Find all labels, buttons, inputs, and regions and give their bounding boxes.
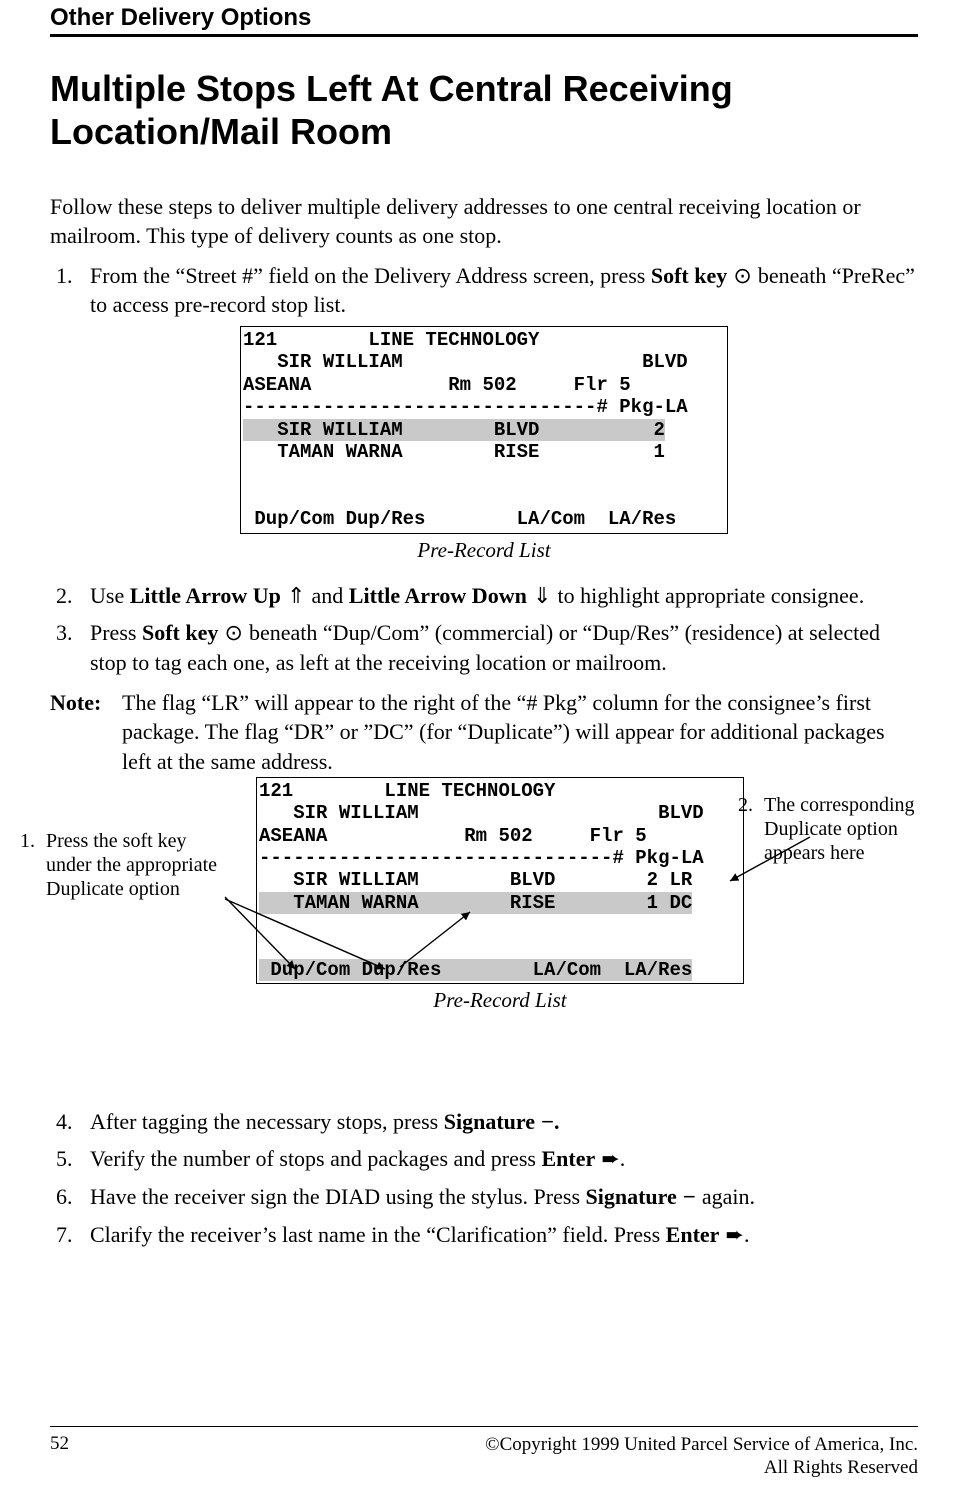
note-row: Note: The flag “LR” will appear to the r…	[50, 688, 918, 777]
softkey-icon: ⊙	[727, 263, 758, 288]
step-number: 4.	[50, 1107, 90, 1137]
annotated-figure: 121 LINE TECHNOLOGY SIR WILLIAM BLVD ASE…	[50, 777, 918, 1097]
callout-num-1: 1.	[20, 829, 46, 901]
screen2-line1: 121 LINE TECHNOLOGY	[259, 780, 555, 802]
signature-label: Signature	[586, 1184, 677, 1209]
step-number: 6.	[50, 1182, 90, 1212]
screen1-line2: SIR WILLIAM BLVD	[243, 351, 688, 373]
arrow-down-label: Little Arrow Down	[349, 583, 527, 608]
page-footer: 52 ©Copyright 1999 United Parcel Service…	[50, 1426, 918, 1481]
minus-icon: −	[677, 1184, 702, 1209]
step-3: 3. Press Soft key ⊙ beneath “Dup/Com” (c…	[50, 618, 918, 677]
step-5-dot: .	[620, 1146, 626, 1171]
step-number: 1.	[50, 261, 90, 320]
screen1-line1: 121 LINE TECHNOLOGY	[243, 329, 539, 351]
prerecord-screen-1: 121 LINE TECHNOLOGY SIR WILLIAM BLVD ASE…	[240, 326, 728, 534]
step-2: 2. Use Little Arrow Up ⇑ and Little Arro…	[50, 581, 918, 611]
callout-text-1: Press the soft key under the appropriate…	[46, 829, 230, 901]
step-7: 7. Clarify the receiver’s last name in t…	[50, 1220, 918, 1250]
footer-rule	[50, 1426, 918, 1427]
screen1-line3: ASEANA Rm 502 Flr 5	[243, 374, 631, 396]
running-header: Other Delivery Options	[50, 0, 918, 32]
screen2-line2: SIR WILLIAM BLVD	[259, 802, 704, 824]
note-label: Note:	[50, 688, 122, 777]
screen2-line3: ASEANA Rm 502 Flr 5	[259, 825, 647, 847]
step-5: 5. Verify the number of stops and packag…	[50, 1144, 918, 1174]
enter-label: Enter	[541, 1146, 595, 1171]
header-rule	[50, 34, 918, 37]
step-1: 1. From the “Street #” field on the Deli…	[50, 261, 918, 320]
softkey-label: Soft key	[651, 263, 727, 288]
screen2-line6-highlight: TAMAN WARNA RISE 1 DC	[259, 892, 692, 914]
signature-label: Signature	[444, 1109, 535, 1134]
callout-text-2: The corresponding Duplicate option appea…	[764, 793, 948, 865]
step-4-dot: .	[554, 1109, 560, 1134]
screen2-line4: -------------------------------# Pkg-LA	[259, 847, 704, 869]
step-2-b: and	[312, 583, 349, 608]
callout-num-2: 2.	[738, 793, 764, 865]
note-body: The flag “LR” will appear to the right o…	[122, 688, 918, 777]
softkey-icon: ⊙	[218, 620, 249, 645]
step-6: 6. Have the receiver sign the DIAD using…	[50, 1182, 918, 1212]
arrow-up-icon: ⇑	[281, 583, 312, 608]
screen1-line9: Dup/Com Dup/Res LA/Com LA/Res	[243, 508, 676, 530]
screen1-line6: TAMAN WARNA RISE 1	[243, 441, 665, 463]
step-7-dot: .	[744, 1222, 750, 1247]
screen2-line5: SIR WILLIAM BLVD 2 LR	[259, 869, 692, 891]
callout-left: 1. Press the soft key under the appropri…	[20, 829, 230, 901]
step-number: 2.	[50, 581, 90, 611]
enter-label: Enter	[666, 1222, 720, 1247]
softkey-label: Soft key	[142, 620, 218, 645]
step-number: 5.	[50, 1144, 90, 1174]
copyright-line-2: All Rights Reserved	[485, 1456, 918, 1480]
screen2-line9-highlight: Dup/Com Dup/Res LA/Com LA/Res	[259, 959, 692, 981]
step-1-text-a: From the “Street #” field on the Deliver…	[90, 263, 651, 288]
prerecord-screen-2: 121 LINE TECHNOLOGY SIR WILLIAM BLVD ASE…	[256, 777, 744, 985]
step-5-a: Verify the number of stops and packages …	[90, 1146, 541, 1171]
step-7-a: Clarify the receiver’s last name in the …	[90, 1222, 666, 1247]
arrow-down-icon: ⇓	[527, 583, 558, 608]
step-2-a: Use	[90, 583, 130, 608]
step-3-a: Press	[90, 620, 142, 645]
step-number: 3.	[50, 618, 90, 677]
step-number: 7.	[50, 1220, 90, 1250]
screen1-line4: -------------------------------# Pkg-LA	[243, 396, 688, 418]
step-4: 4. After tagging the necessary stops, pr…	[50, 1107, 918, 1137]
screen1-line5-highlight: SIR WILLIAM BLVD 2	[243, 419, 665, 441]
arrow-right-icon: ➨	[719, 1222, 744, 1247]
copyright-line-1: ©Copyright 1999 United Parcel Service of…	[485, 1433, 918, 1457]
minus-icon: −	[535, 1109, 554, 1134]
caption-1: Pre-Record List	[50, 538, 918, 563]
caption-2: Pre-Record List	[256, 988, 744, 1013]
step-6-a: Have the receiver sign the DIAD using th…	[90, 1184, 586, 1209]
step-6-b: again.	[702, 1184, 755, 1209]
callout-right: 2. The corresponding Duplicate option ap…	[738, 793, 948, 865]
arrow-right-icon: ➨	[595, 1146, 620, 1171]
arrow-up-label: Little Arrow Up	[130, 583, 281, 608]
intro-paragraph: Follow these steps to deliver multiple d…	[50, 193, 918, 250]
page-title: Multiple Stops Left At Central Receiving…	[50, 67, 918, 153]
step-4-a: After tagging the necessary stops, press	[90, 1109, 444, 1134]
step-2-c: to highlight appropriate consignee.	[558, 583, 865, 608]
page-number: 52	[50, 1433, 69, 1481]
